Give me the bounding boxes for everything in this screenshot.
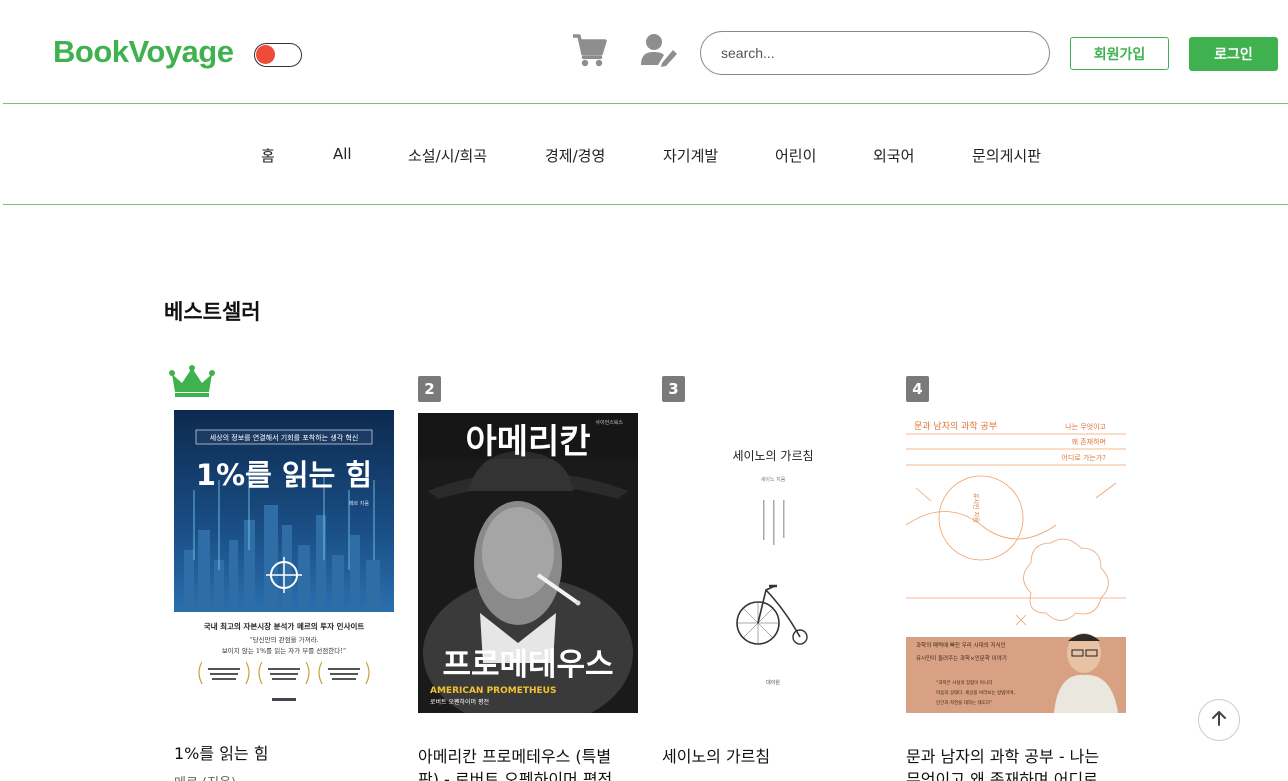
theme-toggle[interactable]	[254, 43, 302, 67]
cover-band3: “과학은 사실의 집합이 아니라	[936, 679, 993, 686]
arrow-up-icon	[1210, 709, 1228, 731]
login-button[interactable]: 로그인	[1189, 37, 1278, 71]
nav-item-self-help[interactable]: 자기계발	[663, 145, 718, 166]
cover-right2: 왜 존재하며	[1072, 437, 1106, 446]
scroll-to-top-button[interactable]	[1198, 699, 1240, 741]
rank-badge: 4	[906, 376, 929, 402]
nav-item-children[interactable]: 어린이	[775, 145, 816, 166]
cover-band4: 마음의 상태다. 세상을 바라보는 방법이며,	[936, 689, 1015, 696]
nav-item-foreign-language[interactable]: 외국어	[873, 145, 914, 166]
cover-en-title: AMERICAN PROMETHEUS	[430, 686, 556, 696]
nav-item-inquiry-board[interactable]: 문의게시판	[972, 145, 1041, 166]
cover-band2: 유시민이 들려주는 과학×인문학 이야기	[916, 654, 1007, 662]
cover-author: 메르 지음	[349, 500, 369, 507]
book-cover[interactable]: 세이노의 가르침 세이노 지음 데이원	[665, 410, 885, 712]
cover-right1: 나는 무엇이고	[1065, 422, 1106, 431]
header: BookVoyage 회원가입 로그인	[0, 0, 1288, 104]
nav-item-fiction[interactable]: 소설/시/희곡	[408, 145, 487, 166]
cover-band1: 과학의 매력에 빠진 우리 시대의 지식인	[916, 641, 1006, 649]
logo[interactable]: BookVoyage	[53, 34, 234, 70]
cover-line3: 보이지 않는 1%를 읽는 자가 부를 선점한다!”	[222, 646, 346, 655]
cover-title: 문과 남자의 과학 공부	[914, 421, 997, 432]
nav-item-all[interactable]: All	[333, 145, 352, 163]
search-input[interactable]	[700, 31, 1050, 75]
cover-author: 세이노 지음	[761, 476, 786, 483]
book-author: 메르 (지음)	[174, 772, 236, 781]
rank-badge: 3	[662, 376, 685, 402]
cover-publisher: 사이언스북스	[595, 419, 623, 426]
rank-badge: 2	[418, 376, 441, 402]
cover-band5: 인간과 자연을 대하는 태도다”	[936, 699, 992, 706]
cover-line1: 국내 최고의 자본시장 분석가 메르의 투자 인사이트	[204, 621, 365, 631]
cover-title-bottom: 프로메테우스	[442, 647, 613, 683]
cover-title: 세이노의 가르침	[732, 449, 813, 463]
cover-line2: “당신만의 관점을 가져라.	[249, 635, 318, 644]
book-title[interactable]: 문과 남자의 과학 공부 - 나는 무엇이고 왜 존재하며 어디로	[906, 745, 1146, 781]
book-title[interactable]: 세이노의 가르침	[662, 745, 770, 768]
cover-right3: 어디로 가는가?	[1061, 453, 1106, 462]
cover-subtitle: 로버트 오펜하이머 평전	[430, 698, 489, 706]
cart-icon[interactable]	[572, 33, 608, 67]
signup-button[interactable]: 회원가입	[1070, 37, 1169, 70]
book-title[interactable]: 1%를 읽는 힘	[174, 742, 268, 765]
book-cover[interactable]: 사이언스북스 아메리칸 프로메테우스 AMERICAN PROMETHEUS 로…	[418, 413, 638, 713]
cover-author: 유시민 지음	[972, 493, 980, 523]
book-cover[interactable]: 문과 남자의 과학 공부 나는 무엇이고 왜 존재하며 어디로 가는가? 유시민…	[906, 413, 1126, 713]
section-title: 베스트셀러	[164, 300, 261, 324]
user-edit-icon[interactable]	[640, 33, 680, 67]
cover-top-text: 세상의 정보를 연결해서 기회를 포착하는 생각 혁신	[210, 433, 359, 442]
book-title[interactable]: 아메리칸 프로메테우스 (특별 판) - 로버트 오펜하이머 평전	[418, 745, 658, 781]
nav-divider	[3, 204, 1288, 205]
nav-item-home[interactable]: 홈	[261, 145, 275, 166]
category-nav: 홈 All 소설/시/희곡 경제/경영 자기계발 어린이 외국어 문의게시판	[0, 104, 1288, 204]
cover-title-top: 아메리칸	[465, 422, 590, 462]
cover-title: 1%를 읽는 힘	[196, 458, 372, 492]
nav-item-economy[interactable]: 경제/경영	[545, 145, 605, 166]
book-cover[interactable]: 세상의 정보를 연결해서 기회를 포착하는 생각 혁신 1%를 읽는 힘 메르 …	[174, 410, 394, 712]
toggle-knob	[256, 45, 275, 64]
crown-icon	[169, 364, 215, 402]
cover-publisher: 데이원	[766, 679, 780, 686]
